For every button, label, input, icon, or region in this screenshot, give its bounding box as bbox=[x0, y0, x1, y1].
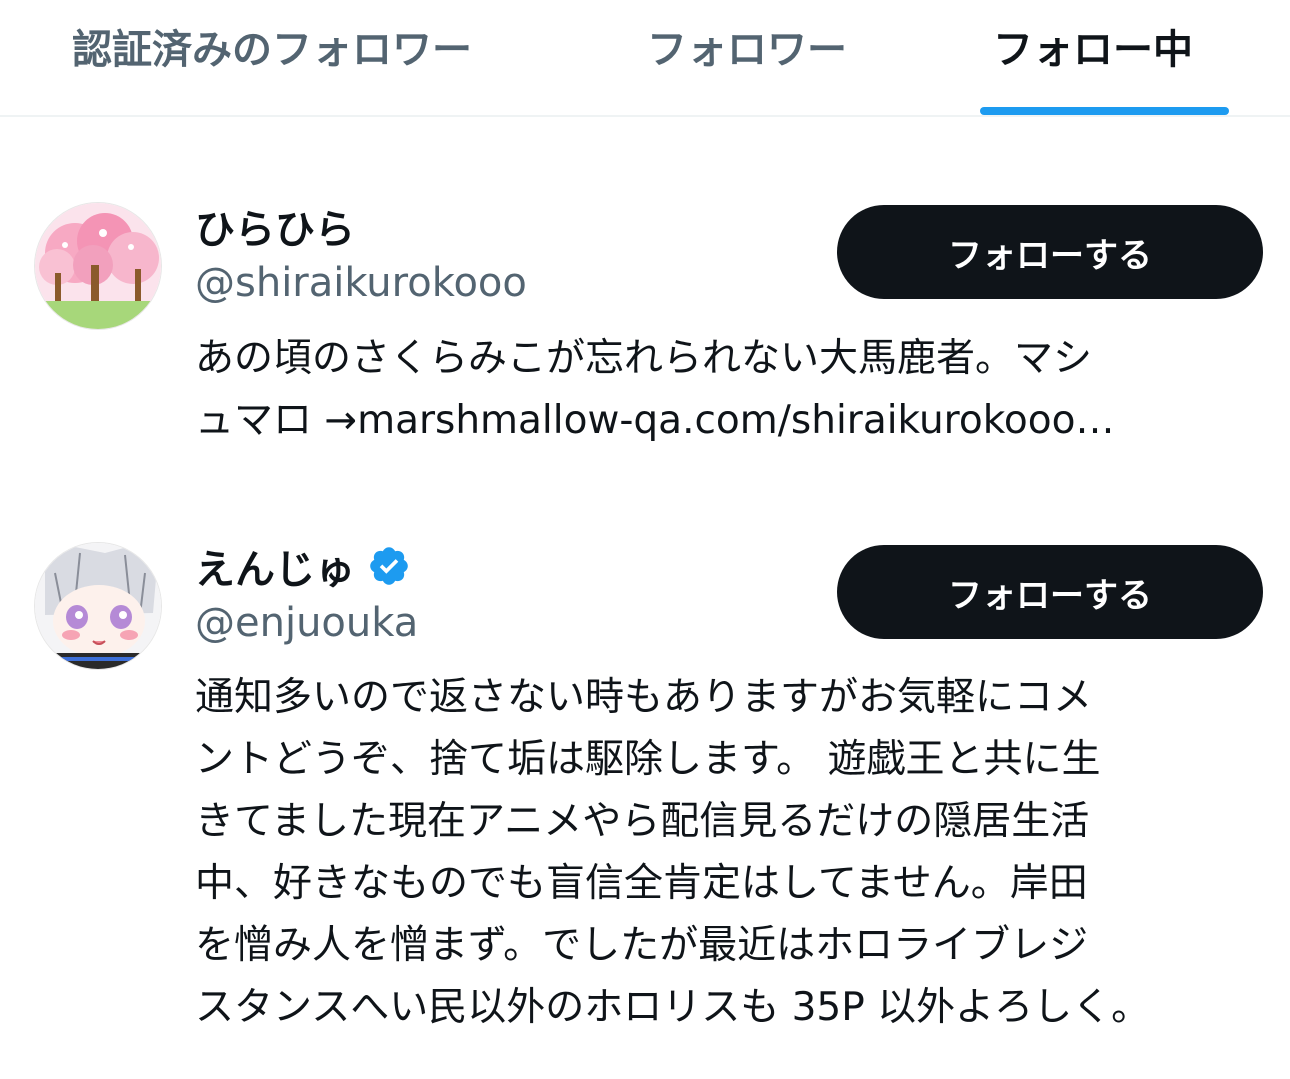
follow-button[interactable]: フォローする bbox=[837, 545, 1263, 639]
cherry-blossom-avatar-icon[interactable] bbox=[34, 202, 162, 330]
anime-girl-avatar-icon[interactable] bbox=[34, 542, 162, 670]
verified-badge-icon bbox=[367, 544, 411, 588]
display-name[interactable]: ひらひら bbox=[195, 197, 355, 255]
active-tab-indicator bbox=[980, 107, 1229, 115]
user-bio: あの頃のさくらみこが忘れられない大馬鹿者。マシ ュマロ →marshmallow… bbox=[195, 328, 1265, 452]
bio-line: スタンスへい民以外のホロリスも 35P 以外よろしく。 bbox=[195, 985, 1151, 1030]
follow-button[interactable]: フォローする bbox=[837, 205, 1263, 299]
bio-line: あの頃のさくらみこが忘れられない大馬鹿者。マシ bbox=[195, 336, 1093, 381]
tab-bar: 認証済みのフォロワー フォロワー フォロー中 bbox=[0, 0, 1290, 117]
name-row: えんじゅ bbox=[195, 537, 411, 595]
tab-followers[interactable]: フォロワー bbox=[647, 22, 847, 78]
user-handle[interactable]: @enjuouka bbox=[195, 600, 418, 646]
tab-verified-followers[interactable]: 認証済みのフォロワー bbox=[72, 22, 472, 78]
bio-line: 中、好きなものでも盲信全肯定はしてません。岸田 bbox=[195, 861, 1088, 906]
bio-line: 通知多いので返さない時もありますがお気軽にコメ bbox=[195, 675, 1093, 720]
bio-line: ントどうぞ、捨て垢は駆除します。 遊戯王と共に生 bbox=[195, 737, 1101, 782]
display-name[interactable]: えんじゅ bbox=[195, 537, 355, 595]
bio-line: きてました現在アニメやら配信見るだけの隠居生活 bbox=[195, 799, 1090, 844]
bio-line: を憎み人を憎まず。でしたが最近はホロライブレジ bbox=[195, 923, 1089, 968]
tab-following[interactable]: フォロー中 bbox=[993, 22, 1193, 78]
user-bio: 通知多いので返さない時もありますがお気軽にコメ ントどうぞ、捨て垢は駆除します。… bbox=[195, 667, 1265, 1039]
name-row: ひらひら bbox=[195, 197, 355, 255]
user-handle[interactable]: @shiraikurokooo bbox=[195, 260, 527, 306]
bio-link-line[interactable]: ュマロ →marshmallow-qa.com/shiraikurokooo… bbox=[195, 390, 1265, 452]
